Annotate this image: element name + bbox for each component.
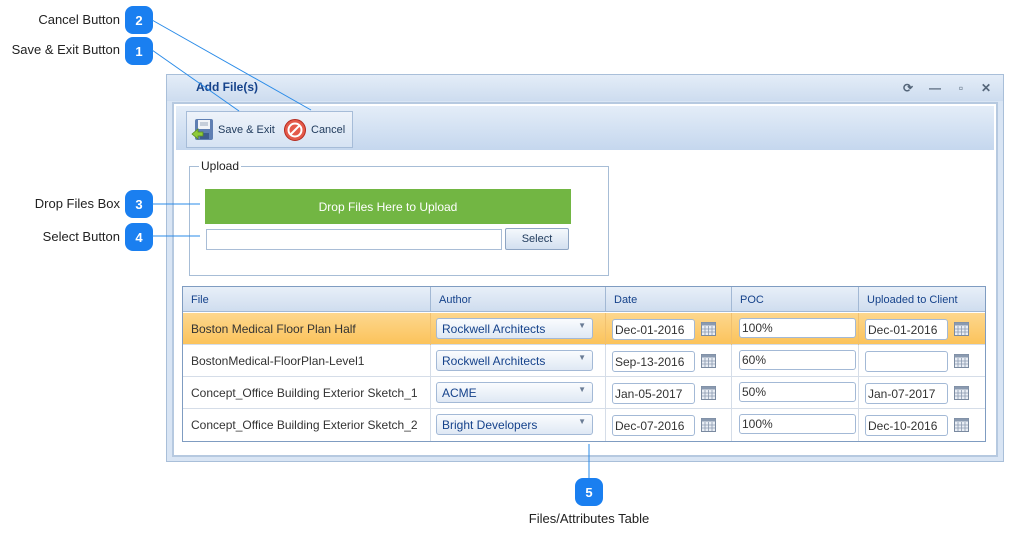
table-row[interactable]: BostonMedical-FloorPlan-Level1 Rockwell … — [183, 345, 985, 377]
file-cell: Concept_Office Building Exterior Sketch_… — [183, 409, 431, 441]
author-value: ACME — [442, 386, 477, 400]
file-name: Boston Medical Floor Plan Half — [191, 322, 356, 336]
chevron-down-icon: ▼ — [578, 321, 586, 330]
uploaded-cell — [859, 345, 985, 377]
date-cell: Dec-01-2016 — [606, 313, 732, 345]
calendar-icon[interactable] — [701, 386, 716, 400]
window-title: Add File(s) — [196, 80, 258, 94]
author-dropdown[interactable]: Rockwell Architects ▼ — [436, 318, 593, 339]
toolbar-group: Save & Exit Cancel — [186, 111, 353, 148]
callout-label-save: Save & Exit Button — [11, 42, 120, 57]
calendar-icon[interactable] — [701, 418, 716, 432]
chevron-down-icon: ▼ — [578, 385, 586, 394]
uploaded-date-input[interactable]: Dec-10-2016 — [865, 415, 948, 436]
select-button[interactable]: Select — [505, 228, 569, 250]
author-cell: Rockwell Architects ▼ — [431, 313, 606, 345]
uploaded-date-input[interactable] — [865, 351, 948, 372]
author-dropdown[interactable]: Rockwell Architects ▼ — [436, 350, 593, 371]
author-cell: Bright Developers ▼ — [431, 409, 606, 441]
add-files-window: Add File(s) ⟳ — ▫ ✕ Save & Exit Cancel U… — [166, 74, 1004, 462]
calendar-icon[interactable] — [954, 386, 969, 400]
poc-input[interactable]: 50% — [739, 382, 856, 402]
callout-label-cancel: Cancel Button — [38, 12, 120, 27]
poc-cell: 100% — [732, 409, 859, 441]
author-value: Bright Developers — [442, 418, 538, 432]
callout-badge-1: 1 — [125, 37, 153, 65]
file-cell: BostonMedical-FloorPlan-Level1 — [183, 345, 431, 377]
title-bar[interactable]: Add File(s) ⟳ — ▫ ✕ — [167, 75, 1003, 101]
date-input[interactable]: Jan-05-2017 — [612, 383, 695, 404]
callout-badge-2: 2 — [125, 6, 153, 34]
upload-group-label: Upload — [199, 159, 242, 173]
cancel-icon — [284, 119, 306, 141]
minimize-icon[interactable]: — — [927, 80, 943, 96]
callout-label-table: Files/Attributes Table — [528, 511, 650, 526]
calendar-icon[interactable] — [701, 354, 716, 368]
author-dropdown[interactable]: Bright Developers ▼ — [436, 414, 593, 435]
author-cell: Rockwell Architects ▼ — [431, 345, 606, 377]
maximize-icon[interactable]: ▫ — [953, 80, 969, 96]
date-cell: Dec-07-2016 — [606, 409, 732, 441]
cancel-label: Cancel — [311, 124, 346, 136]
chevron-down-icon: ▼ — [578, 353, 586, 362]
refresh-icon[interactable]: ⟳ — [900, 80, 916, 96]
calendar-icon[interactable] — [701, 322, 716, 336]
callout-label-drop: Drop Files Box — [34, 196, 120, 211]
date-cell: Jan-05-2017 — [606, 377, 732, 409]
close-icon[interactable]: ✕ — [978, 80, 994, 96]
calendar-icon[interactable] — [954, 322, 969, 336]
save-exit-label: Save & Exit — [218, 124, 275, 136]
date-cell: Sep-13-2016 — [606, 345, 732, 377]
file-name: Concept_Office Building Exterior Sketch_… — [191, 418, 418, 432]
column-header-author[interactable]: Author — [431, 287, 606, 312]
poc-input[interactable]: 100% — [739, 414, 856, 434]
callout-badge-3: 3 — [125, 190, 153, 218]
column-header-uploaded[interactable]: Uploaded to Client — [859, 287, 985, 312]
uploaded-date-input[interactable]: Jan-07-2017 — [865, 383, 948, 404]
poc-cell: 50% — [732, 377, 859, 409]
table-row[interactable]: Concept_Office Building Exterior Sketch_… — [183, 409, 985, 441]
table-row[interactable]: Concept_Office Building Exterior Sketch_… — [183, 377, 985, 409]
author-value: Rockwell Architects — [442, 354, 546, 368]
calendar-icon[interactable] — [954, 354, 969, 368]
date-input[interactable]: Sep-13-2016 — [612, 351, 695, 372]
author-value: Rockwell Architects — [442, 322, 546, 336]
date-input[interactable]: Dec-01-2016 — [612, 319, 695, 340]
author-dropdown[interactable]: ACME ▼ — [436, 382, 593, 403]
uploaded-cell: Jan-07-2017 — [859, 377, 985, 409]
save-exit-icon — [191, 119, 213, 140]
file-cell: Concept_Office Building Exterior Sketch_… — [183, 377, 431, 409]
calendar-icon[interactable] — [954, 418, 969, 432]
cancel-button[interactable]: Cancel — [283, 116, 345, 144]
column-header-date[interactable]: Date — [606, 287, 732, 312]
file-name: BostonMedical-FloorPlan-Level1 — [191, 354, 365, 368]
column-header-file[interactable]: File — [183, 287, 431, 312]
file-path-input[interactable] — [206, 229, 502, 250]
callout-badge-4: 4 — [125, 223, 153, 251]
files-attributes-table: File Author Date POC Uploaded to Client … — [182, 286, 986, 442]
file-cell: Boston Medical Floor Plan Half — [183, 313, 431, 345]
upload-group: Upload Drop Files Here to Upload Select — [189, 159, 609, 276]
uploaded-date-input[interactable]: Dec-01-2016 — [865, 319, 948, 340]
table-row[interactable]: Boston Medical Floor Plan Half Rockwell … — [183, 313, 985, 345]
toolbar: Save & Exit Cancel — [176, 106, 994, 150]
table-header: File Author Date POC Uploaded to Client — [183, 287, 985, 312]
date-input[interactable]: Dec-07-2016 — [612, 415, 695, 436]
author-cell: ACME ▼ — [431, 377, 606, 409]
file-name: Concept_Office Building Exterior Sketch_… — [191, 386, 418, 400]
poc-cell: 60% — [732, 345, 859, 377]
chevron-down-icon: ▼ — [578, 417, 586, 426]
window-content: Save & Exit Cancel Upload Drop Files Her… — [172, 102, 998, 457]
uploaded-cell: Dec-01-2016 — [859, 313, 985, 345]
callout-badge-5: 5 — [575, 478, 603, 506]
poc-input[interactable]: 60% — [739, 350, 856, 370]
poc-cell: 100% — [732, 313, 859, 345]
poc-input[interactable]: 100% — [739, 318, 856, 338]
callout-label-select: Select Button — [42, 229, 120, 244]
drop-files-box[interactable]: Drop Files Here to Upload — [205, 189, 571, 224]
column-header-poc[interactable]: POC — [732, 287, 859, 312]
save-exit-button[interactable]: Save & Exit — [191, 116, 275, 144]
uploaded-cell: Dec-10-2016 — [859, 409, 985, 441]
